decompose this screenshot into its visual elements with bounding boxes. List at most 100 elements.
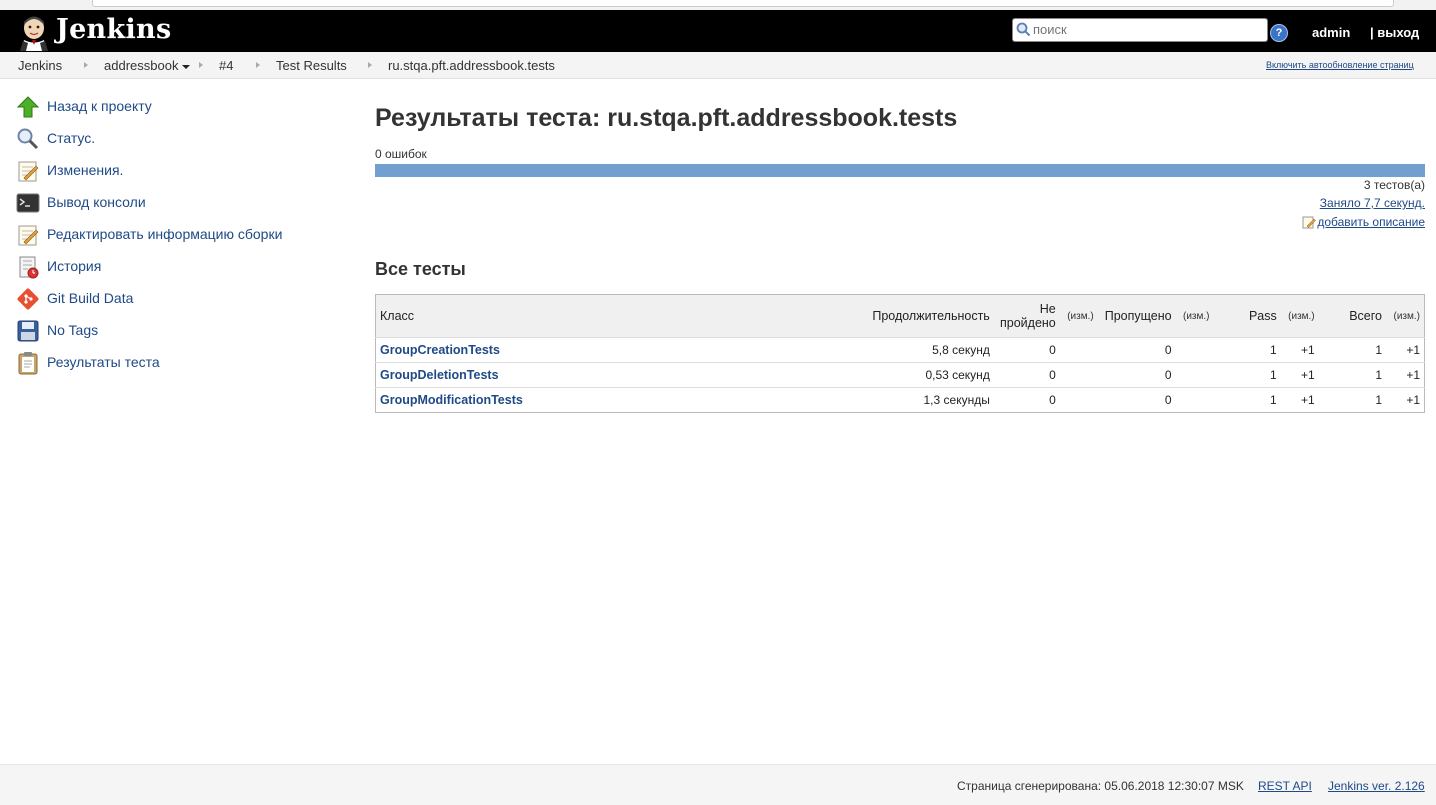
floppy-disk-icon (16, 319, 40, 343)
class-link[interactable]: GroupDeletionTests (380, 368, 499, 382)
cell-skipped-diff (1175, 362, 1214, 388)
terminal-icon (16, 191, 40, 215)
jenkins-logo-icon[interactable] (16, 13, 56, 51)
brand-title[interactable]: Jenkins (56, 14, 171, 45)
sidebar-item-edit-build-info[interactable]: Редактировать информацию сборки (16, 220, 336, 252)
cell-total-diff: +1 (1386, 337, 1425, 363)
column-header-failed-line1: Не (1039, 302, 1056, 316)
autorefresh-link[interactable]: Включить автообновление страниц (1266, 60, 1414, 70)
search-box[interactable] (1012, 18, 1268, 42)
cell-total: 1 (1318, 387, 1386, 413)
notepad-edit-icon (1302, 215, 1317, 232)
cell-failed: 0 (993, 337, 1060, 363)
clipboard-icon (16, 351, 40, 375)
results-table: Класс Продолжительность Не пройдено (изм.… (375, 294, 1425, 413)
cell-skipped: 0 (1097, 387, 1176, 413)
breadcrumb-item-test-results[interactable]: Test Results (276, 58, 347, 73)
help-icon[interactable]: ? (1270, 24, 1288, 42)
column-header-failed-line2: пройдено (1000, 316, 1056, 330)
sidebar-item-label: Результаты теста (47, 354, 160, 370)
page-title: Результаты теста: ru.stqa.pft.addressboo… (375, 104, 958, 132)
cell-duration: 5,8 секунд (856, 337, 994, 363)
table-row: GroupCreationTests 5,8 секунд 0 0 1 +1 1… (375, 337, 1425, 363)
test-result-bar-pass-fill (375, 164, 1425, 177)
sidebar-item-label: Вывод консоли (47, 194, 146, 210)
cell-pass-diff: +1 (1280, 337, 1319, 363)
sidebar-item-label: Статус. (47, 130, 96, 146)
cell-skipped: 0 (1097, 337, 1176, 363)
page-header: Jenkins ? admin | выход (0, 10, 1436, 52)
sidebar-item-console[interactable]: Вывод консоли (16, 188, 336, 220)
cell-failed-diff (1059, 387, 1098, 413)
breadcrumb: Jenkins addressbook #4 Test Results ru.s… (0, 52, 1436, 79)
cell-class: GroupDeletionTests (375, 362, 857, 388)
sidebar-item-changes[interactable]: Изменения. (16, 156, 336, 188)
section-title: Все тесты (375, 259, 466, 279)
browser-address-bar[interactable] (92, 0, 1394, 7)
cell-pass-diff: +1 (1280, 387, 1319, 413)
cell-duration: 1,3 секунды (856, 387, 994, 413)
column-header-pass-diff[interactable]: (изм.) (1280, 294, 1319, 338)
column-header-pass[interactable]: Pass (1213, 294, 1281, 338)
cell-failed: 0 (993, 362, 1060, 388)
search-icon (1016, 22, 1031, 40)
cell-total-diff: +1 (1386, 387, 1425, 413)
generated-timestamp: Страница сгенерирована: 05.06.2018 12:30… (957, 779, 1244, 793)
cell-class: GroupModificationTests (375, 387, 857, 413)
breadcrumb-item-build[interactable]: #4 (219, 58, 233, 73)
cell-skipped-diff (1175, 337, 1214, 363)
cell-failed-diff (1059, 362, 1098, 388)
cell-class: GroupCreationTests (375, 337, 857, 363)
test-count: 3 тестов(а) (1363, 178, 1425, 192)
search-input[interactable] (1033, 21, 1261, 37)
sidebar-item-test-results[interactable]: Результаты теста (16, 348, 336, 380)
user-link[interactable]: admin (1312, 25, 1350, 40)
page-footer: Страница сгенерирована: 05.06.2018 12:30… (0, 764, 1436, 805)
column-header-duration[interactable]: Продолжительность (856, 294, 994, 338)
class-link[interactable]: GroupCreationTests (380, 343, 500, 357)
cell-skipped: 0 (1097, 362, 1176, 388)
breadcrumb-item-package[interactable]: ru.stqa.pft.addressbook.tests (388, 58, 555, 73)
column-header-skipped[interactable]: Пропущено (1097, 294, 1176, 338)
failure-count: 0 ошибок (375, 147, 427, 161)
sidebar-item-no-tags[interactable]: No Tags (16, 316, 336, 348)
sidebar-item-label: Git Build Data (47, 290, 134, 306)
cell-pass: 1 (1213, 337, 1281, 363)
cell-duration: 0,53 секунд (856, 362, 994, 388)
sidebar: Назад к проекту Статус. Изменения. Вывод… (16, 92, 336, 380)
sidebar-item-back-to-project[interactable]: Назад к проекту (16, 92, 336, 124)
add-description-link[interactable]: добавить описание (1302, 215, 1425, 232)
cell-pass: 1 (1213, 362, 1281, 388)
duration-link[interactable]: Заняло 7,7 секунд. (1320, 196, 1425, 210)
column-header-failed[interactable]: Не пройдено (993, 294, 1060, 338)
cell-total-diff: +1 (1386, 362, 1425, 388)
breadcrumb-separator-icon (368, 62, 372, 68)
breadcrumb-item-jenkins[interactable]: Jenkins (18, 58, 62, 73)
column-header-total[interactable]: Всего (1318, 294, 1386, 338)
cell-pass-diff: +1 (1280, 362, 1319, 388)
jenkins-version-link[interactable]: Jenkins ver. 2.126 (1328, 779, 1425, 793)
cell-total: 1 (1318, 337, 1386, 363)
magnifier-icon (16, 127, 40, 151)
column-header-total-diff[interactable]: (изм.) (1386, 294, 1425, 338)
cell-failed-diff (1059, 337, 1098, 363)
column-header-skipped-diff[interactable]: (изм.) (1175, 294, 1214, 338)
breadcrumb-item-label: addressbook (104, 58, 179, 73)
rest-api-link[interactable]: REST API (1258, 779, 1312, 793)
column-header-failed-diff[interactable]: (изм.) (1059, 294, 1098, 338)
sidebar-item-status[interactable]: Статус. (16, 124, 336, 156)
sidebar-item-git-build-data[interactable]: Git Build Data (16, 284, 336, 316)
notepad-icon (16, 159, 40, 183)
history-icon (16, 255, 40, 279)
column-header-class[interactable]: Класс (375, 294, 857, 338)
chevron-down-icon[interactable] (182, 64, 191, 69)
sidebar-item-label: Изменения. (47, 162, 124, 178)
browser-chrome-strip (0, 0, 1436, 10)
logout-link[interactable]: | выход (1370, 25, 1419, 40)
class-link[interactable]: GroupModificationTests (380, 393, 523, 407)
breadcrumb-item-addressbook[interactable]: addressbook (104, 58, 191, 73)
sidebar-item-label: No Tags (47, 322, 99, 338)
test-result-bar (375, 164, 1425, 177)
sidebar-item-history[interactable]: История (16, 252, 336, 284)
breadcrumb-separator-icon (199, 62, 203, 68)
